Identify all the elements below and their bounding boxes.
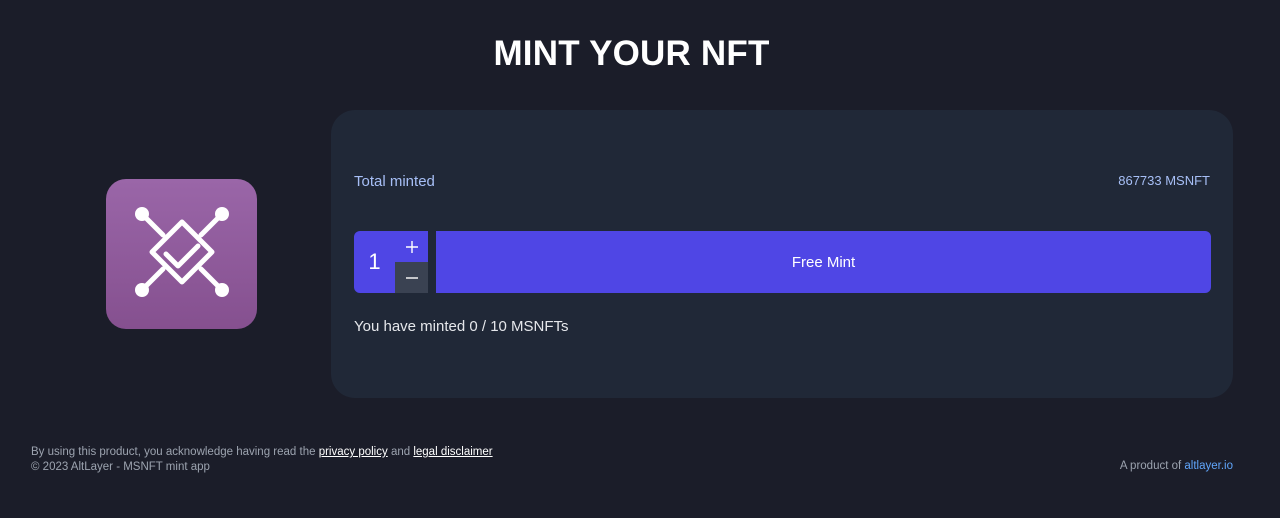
mint-controls: 1 Free Mint	[354, 231, 1211, 293]
minted-status: You have minted 0 / 10 MSNFTs	[354, 318, 569, 335]
privacy-policy-link[interactable]: privacy policy	[319, 446, 388, 458]
increment-button[interactable]	[395, 231, 428, 262]
notice-and: and	[390, 446, 411, 458]
notice-prefix: By using this product, you acknowledge h…	[31, 446, 316, 458]
free-mint-button[interactable]: Free Mint	[436, 231, 1211, 293]
nft-logo	[106, 179, 257, 329]
quantity-stepper	[395, 231, 428, 293]
decrement-button[interactable]	[395, 262, 428, 293]
minus-icon	[405, 276, 418, 279]
copyright-text: © 2023 AltLayer - MSNFT mint app	[31, 461, 210, 473]
plus-icon	[405, 240, 418, 253]
footer-credit: A product of altlayer.io	[1120, 460, 1233, 472]
total-minted-label: Total minted	[354, 173, 435, 190]
acknowledgement-line: By using this product, you acknowledge h…	[31, 445, 493, 460]
altlayer-link[interactable]: altlayer.io	[1184, 460, 1233, 472]
legal-disclaimer-link[interactable]: legal disclaimer	[413, 446, 492, 458]
mint-panel: Total minted 867733 MSNFT 1 Free Mint Yo…	[331, 110, 1233, 398]
footer-notice: By using this product, you acknowledge h…	[31, 445, 493, 475]
chip-check-icon	[134, 207, 229, 297]
page-title: MINT YOUR NFT	[493, 34, 770, 73]
total-minted-value: 867733 MSNFT	[1118, 173, 1210, 188]
product-of-text: A product of	[1119, 460, 1182, 472]
quantity-value[interactable]: 1	[354, 231, 395, 293]
